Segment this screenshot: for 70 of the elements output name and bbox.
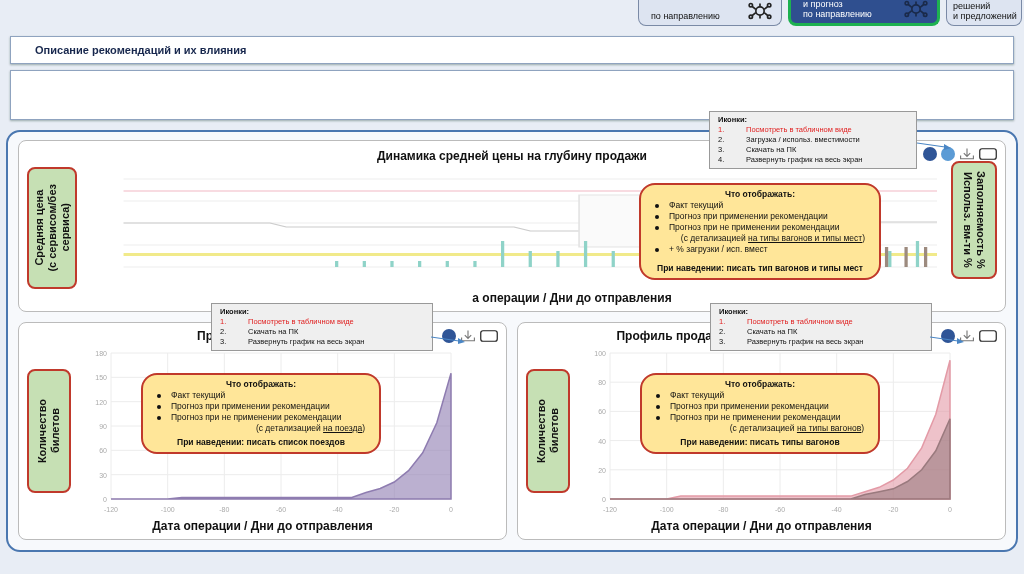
bullet-icon bbox=[655, 204, 659, 208]
callout-item: Прогноз при не применении рекомендации bbox=[670, 412, 841, 423]
chart-bar bbox=[390, 261, 394, 267]
axis-label-box: Средняя цена (с сервисом/без сервиса) bbox=[27, 167, 77, 289]
callout-detail: (с детализацией на типы вагонов и типы мест) bbox=[679, 233, 866, 244]
callout-item: Прогноз при не применении рекомендации bbox=[171, 412, 342, 423]
chart-bar bbox=[335, 261, 339, 267]
circle-icon[interactable] bbox=[941, 147, 955, 161]
network-icon bbox=[903, 0, 929, 19]
pointer-arrow bbox=[431, 335, 465, 345]
axis-label-box: Заполняемость % Использ. вм-ти % bbox=[951, 161, 997, 279]
chart-bar bbox=[915, 241, 920, 267]
callout-item: Прогноз при не применении рекомендации bbox=[669, 222, 840, 233]
fullscreen-icon[interactable] bbox=[979, 329, 997, 343]
callout-heading: Что отображать: bbox=[723, 189, 796, 200]
callout-detail: (с детализацией на поезда) bbox=[254, 423, 366, 434]
bullet-icon bbox=[655, 215, 659, 219]
callout-note: При наведении: писать тип вагонов и типы мест bbox=[656, 263, 864, 274]
callout-note: При наведении: писать типы вагонов bbox=[679, 437, 841, 448]
bullet-icon bbox=[656, 405, 660, 409]
callout-detail: (с детализацией на типы вагонов) bbox=[728, 423, 865, 434]
section-tab[interactable]: решений и предложений bbox=[946, 0, 1022, 26]
chart-bar bbox=[445, 261, 449, 267]
callout-item: Прогноз при применении рекомендации bbox=[670, 401, 829, 412]
bullet-icon bbox=[157, 394, 161, 398]
axis-label-box: Количество билетов bbox=[526, 369, 570, 493]
section-tab[interactable]: по направлению bbox=[638, 0, 782, 26]
chart-bar bbox=[362, 261, 366, 267]
chart-bar bbox=[904, 247, 908, 267]
pointer-arrow bbox=[917, 141, 951, 151]
chart-bar bbox=[501, 241, 505, 267]
callout-item: + % загрузки / исп. вмест bbox=[669, 244, 768, 255]
callout-item: Факт текущий bbox=[669, 200, 724, 211]
circle-icon[interactable] bbox=[923, 147, 937, 161]
callout-item: Прогноз при применении рекомендации bbox=[171, 401, 330, 412]
network-icon bbox=[747, 1, 773, 21]
bullet-icon bbox=[157, 405, 161, 409]
section-tab[interactable]: и прогноз по направлению bbox=[788, 0, 940, 26]
bullet-icon bbox=[655, 248, 659, 252]
fullscreen-icon[interactable] bbox=[480, 329, 498, 343]
chart-bar bbox=[418, 261, 422, 267]
chart-bar bbox=[473, 261, 477, 267]
chart-bar bbox=[583, 241, 588, 267]
pointer-arrow bbox=[930, 335, 964, 345]
bullet-icon bbox=[655, 226, 659, 230]
callout-note: При наведении: писать список поездов bbox=[176, 437, 346, 448]
chart-title: Динамика средней цены на глубину продажи bbox=[377, 149, 647, 163]
chart-bar bbox=[924, 247, 928, 267]
download-icon[interactable] bbox=[460, 329, 476, 343]
axis-title: Дата операции / Дни до отправления bbox=[651, 519, 872, 533]
description-title: Описание рекомендаций и их влияния bbox=[35, 44, 247, 56]
callout-heading: Что отображать: bbox=[224, 379, 297, 390]
bullet-icon bbox=[157, 416, 161, 420]
circle-icon[interactable] bbox=[442, 329, 456, 343]
chart-bar bbox=[611, 251, 615, 267]
bullet-icon bbox=[656, 416, 660, 420]
axis-label-box: Количество билетов bbox=[27, 369, 71, 493]
fullscreen-icon[interactable] bbox=[979, 147, 997, 161]
callout-item: Прогноз при применении рекомендации bbox=[669, 211, 828, 222]
callout-item: Факт текущий bbox=[171, 390, 226, 401]
chart-bar bbox=[528, 251, 532, 267]
callout-heading: Что отображать: bbox=[723, 379, 796, 390]
download-icon[interactable] bbox=[959, 329, 975, 343]
callout-item: Факт текущий bbox=[670, 390, 725, 401]
chart-bar bbox=[556, 251, 560, 267]
axis-title: Дата операции / Дни до отправления bbox=[152, 519, 373, 533]
axis-title: а операции / Дни до отправления bbox=[472, 291, 672, 305]
circle-icon[interactable] bbox=[941, 329, 955, 343]
download-icon[interactable] bbox=[959, 147, 975, 161]
bullet-icon bbox=[656, 394, 660, 398]
